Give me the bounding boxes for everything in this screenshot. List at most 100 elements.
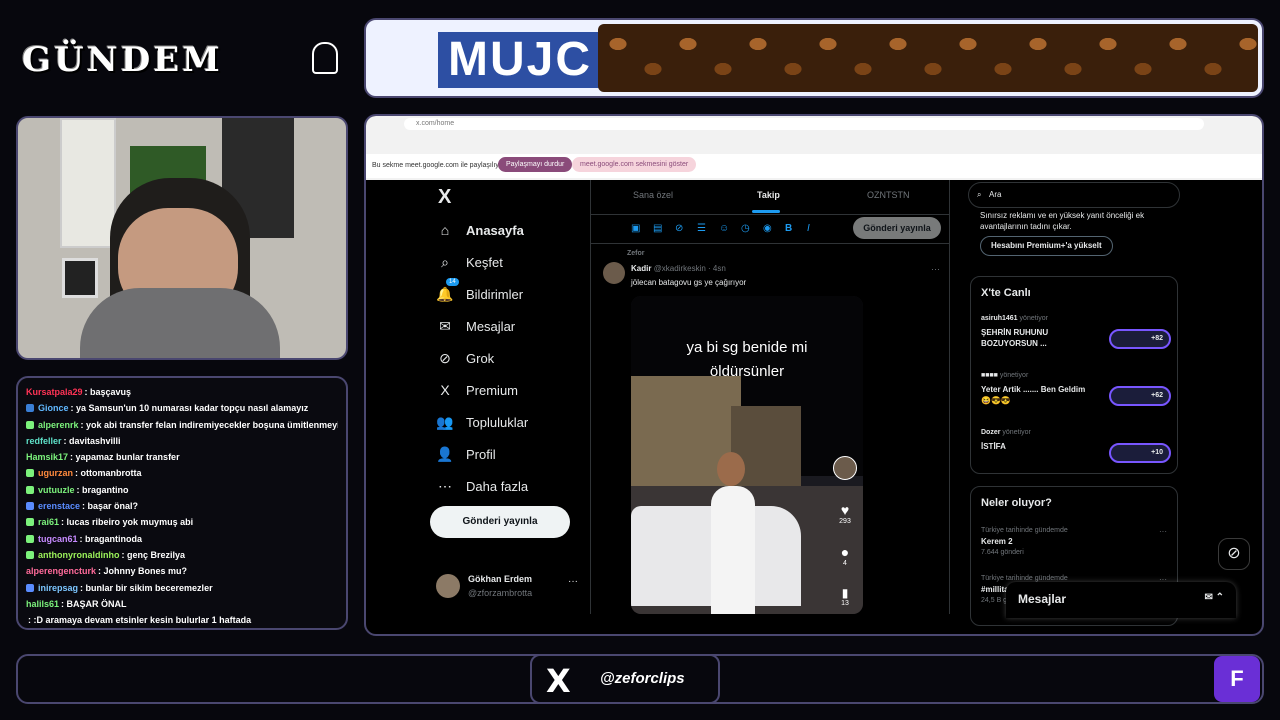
- person-body: [711, 486, 755, 614]
- profile-handle: @zforzambrotta: [468, 588, 533, 598]
- sidebar-item-explore[interactable]: ⌕ Keşfet: [436, 250, 503, 274]
- trend-category: Türkiye tarihinde gündemde: [981, 527, 1068, 534]
- live-title: X'te Canlı: [981, 287, 1031, 299]
- post-author[interactable]: Kadir @xkadirkeskin · 4sn: [631, 264, 726, 273]
- more-icon[interactable]: ···: [1159, 527, 1167, 536]
- chat-username: tugcan61: [38, 533, 78, 544]
- chat-text: ya Samsun'un 10 numarası kadar topçu nas…: [76, 403, 309, 414]
- more-icon[interactable]: ···: [931, 264, 940, 274]
- trend-category: Türkiye tarihinde gündemde: [981, 575, 1068, 582]
- chat-username: alperenrk: [38, 419, 79, 430]
- sidebar-item-notifications[interactable]: 🔔 14 Bildirimler: [436, 278, 523, 306]
- sidebar-item-home[interactable]: ⌂ Anasayfa: [436, 218, 524, 242]
- live-space-item[interactable]: Dozer yönetiyor İSTİFA +10: [981, 429, 1171, 463]
- author-name: Kadir: [631, 264, 652, 273]
- comment-icon[interactable]: ● 4: [833, 544, 857, 567]
- chat-username: halils61: [26, 598, 60, 609]
- sidebar-item-premium[interactable]: X Premium: [436, 378, 518, 402]
- sidebar-item-communities[interactable]: 👥 Topluluklar: [436, 410, 528, 434]
- chat-text: davitashvilli: [69, 435, 121, 446]
- chat-username: inirepsag: [38, 582, 79, 593]
- italic-icon[interactable]: I: [807, 223, 810, 234]
- sidebar-item-label: Anasayfa: [466, 222, 524, 238]
- chat-message: rai61: lucas ribeiro yok muymuş abi: [26, 514, 338, 530]
- premium-upgrade-button[interactable]: Hesabını Premium+'a yükselt: [980, 236, 1113, 256]
- bold-icon[interactable]: B: [785, 223, 792, 234]
- more-icon[interactable]: ···: [568, 576, 578, 587]
- compose-post-button[interactable]: Gönderi yayınla: [853, 217, 941, 239]
- listener-count-pill[interactable]: +10: [1109, 443, 1171, 463]
- grok-compose-icon[interactable]: ⊘: [675, 223, 683, 234]
- creator-avatar[interactable]: [833, 456, 857, 480]
- post-button[interactable]: Gönderi yayınla: [430, 506, 570, 538]
- address-bar[interactable]: x.com/home: [404, 118, 1204, 130]
- like-icon[interactable]: ♥ 293: [833, 502, 857, 525]
- emoji-icon[interactable]: ☺: [719, 223, 729, 234]
- social-handle: @zeforclips: [600, 670, 685, 687]
- live-space-item[interactable]: ■■■■ yönetiyor Yeter Artik ....... Ben Ge…: [981, 372, 1171, 406]
- stop-sharing-button[interactable]: Paylaşmayı durdur: [498, 157, 573, 172]
- avatar[interactable]: [603, 262, 625, 284]
- chat-message: alperengencturk: Johnny Bones mu?: [26, 563, 338, 579]
- listener-count-pill[interactable]: +62: [1109, 386, 1171, 406]
- tab-ozntstn[interactable]: OZNTSTN: [867, 190, 910, 200]
- listener-count-pill[interactable]: +82: [1109, 329, 1171, 349]
- live-space-item[interactable]: asiruh1461 yönetiyor ŞEHRİN RUHUNU BOZUYO…: [981, 315, 1171, 349]
- user-badge-icon: [26, 404, 34, 413]
- screen-share-bar: Bu sekme meet.google.com ile paylaşılıyo…: [366, 154, 1262, 178]
- image-icon[interactable]: ▣: [631, 223, 640, 234]
- poll-icon[interactable]: ☰: [697, 223, 706, 234]
- show-meet-tab-button[interactable]: meet.google.com sekmesini göster: [572, 157, 697, 172]
- messages-drawer[interactable]: Mesajlar ✉ ⌃: [1006, 582, 1236, 618]
- grok-icon[interactable]: ⊘: [1218, 538, 1250, 570]
- user-badge-icon: [26, 534, 34, 543]
- compose-message-icon[interactable]: ✉ ⌃: [1204, 592, 1224, 603]
- bookmark-icon[interactable]: ▮ 13: [833, 586, 857, 607]
- trend-name: Kerem 2: [981, 537, 1013, 546]
- sidebar-item-grok[interactable]: ⊘ Grok: [436, 346, 494, 370]
- host-role: yönetiyor: [1019, 315, 1048, 322]
- chat-message: vutuuzle: bragantino: [26, 482, 338, 498]
- profile-switcher[interactable]: Gökhan Erdem @zforzambrotta ···: [436, 570, 586, 610]
- active-tab-indicator: [752, 210, 780, 213]
- avatar: [436, 574, 460, 598]
- chat-text: ottomanbrotta: [80, 468, 142, 479]
- search-input[interactable]: ⌕ Ara: [968, 182, 1180, 208]
- live-space-title: ŞEHRİN RUHUNU BOZUYORSUN ...: [981, 328, 1049, 348]
- x-app: X ⌂ Anasayfa ⌕ Keşfet 🔔 14 Bildirimler ✉ Mesajla…: [366, 180, 1262, 626]
- chat-username: rai61: [38, 517, 60, 528]
- sidebar-item-profile[interactable]: 👤 Profil: [436, 442, 495, 466]
- schedule-icon[interactable]: ◷: [741, 223, 750, 234]
- live-host: Dozer yönetiyor: [981, 429, 1171, 436]
- trend-item[interactable]: Türkiye tarihinde gündemde Kerem 2 7.644 g…: [981, 527, 1171, 556]
- chat-text: başar önal?: [87, 501, 139, 512]
- chat-message: : :D aramaya devam etsinler kesin bulurl…: [26, 612, 338, 628]
- user-badge-icon: [26, 485, 34, 494]
- host-role: yönetiyor: [1002, 429, 1031, 436]
- post-video[interactable]: ya bi sg benide mi öldürsünler ♥ 293 ● 4 ▮ 1…: [631, 296, 863, 614]
- location-icon[interactable]: ◉: [763, 223, 772, 234]
- host-name: Dozer: [981, 429, 1001, 436]
- notification-count-badge: 14: [446, 278, 459, 286]
- channel-logo: GÜNDEM: [22, 40, 223, 80]
- messages-icon: ✉: [439, 317, 451, 334]
- chat-message: redfeller: davitashvilli: [26, 433, 338, 449]
- tab-for-you[interactable]: Sana özel: [633, 190, 673, 200]
- save-count: 13: [841, 600, 849, 607]
- x-logo-icon[interactable]: X: [438, 186, 451, 209]
- host-name: ■■■■: [981, 372, 998, 379]
- premium-text: Sınırsız reklamı ve en yüksek yanıt önce…: [980, 211, 1145, 231]
- tab-following[interactable]: Takip: [757, 190, 780, 200]
- chat-username: ugurzan: [38, 468, 73, 479]
- chat-text: bragantinoda: [85, 533, 143, 544]
- user-badge-icon: [26, 583, 34, 592]
- chat-message: Kursatpala29: başçavuş: [26, 384, 338, 400]
- gif-icon[interactable]: ▤: [653, 223, 662, 234]
- sidebar-item-more[interactable]: ⋯ Daha fazla: [436, 474, 528, 498]
- user-badge-icon: [26, 502, 34, 511]
- like-count: 293: [839, 518, 851, 525]
- chat-text: Johnny Bones mu?: [103, 566, 188, 577]
- live-space-title: Yeter Artik ....... Ben Geldim😆😎😎: [981, 385, 1086, 405]
- chat-text: genç Brezilya: [127, 549, 186, 560]
- sidebar-item-messages[interactable]: ✉ Mesajlar: [436, 314, 515, 338]
